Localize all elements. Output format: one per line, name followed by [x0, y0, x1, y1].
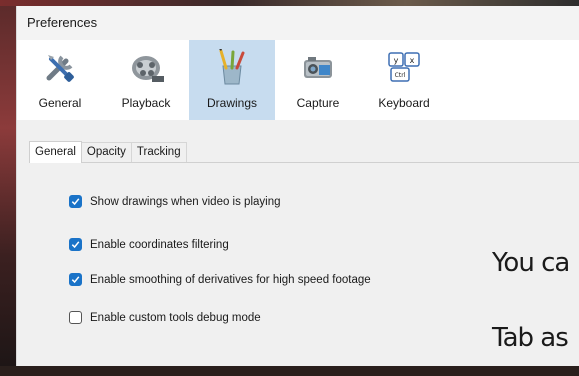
option-custom-tools-debug[interactable]: Enable custom tools debug mode: [69, 311, 261, 324]
toolbar-item-label: Drawings: [206, 96, 257, 110]
toolbar-item-label: Keyboard: [378, 96, 430, 110]
preferences-toolbar: General Playback Drawings Capture y x Ct…: [17, 40, 579, 120]
checkmark-icon: [71, 198, 80, 206]
option-show-drawings[interactable]: Show drawings when video is playing: [69, 195, 281, 208]
toolbar-item-label: General: [38, 96, 82, 110]
option-label: Enable custom tools debug mode: [90, 311, 261, 324]
film-reel-icon: [132, 56, 164, 82]
info-text-line-1: You ca: [492, 248, 570, 278]
checkbox-unchecked[interactable]: [69, 311, 82, 324]
checkbox-checked[interactable]: [69, 195, 82, 208]
option-smoothing-derivatives[interactable]: Enable smoothing of derivatives for high…: [69, 273, 371, 286]
toolbar-item-capture[interactable]: Capture: [275, 40, 361, 120]
checkmark-icon: [71, 241, 80, 249]
tab-opacity[interactable]: Opacity: [80, 142, 132, 162]
toolbar-item-label: Playback: [121, 96, 171, 110]
keyboard-keys-icon: y x Ctrl: [388, 52, 420, 82]
tab-tracking[interactable]: Tracking: [130, 142, 187, 162]
checkmark-icon: [71, 276, 80, 284]
option-label: Show drawings when video is playing: [90, 195, 281, 208]
camera-icon: [304, 57, 332, 78]
window-title: Preferences: [27, 14, 98, 30]
tools-icon: [46, 55, 74, 82]
checkbox-checked[interactable]: [69, 273, 82, 286]
key-y-label: y: [394, 56, 399, 65]
tab-bar: General Opacity Tracking: [29, 140, 579, 163]
key-ctrl-label: Ctrl: [395, 72, 406, 79]
toolbar-item-general[interactable]: General: [17, 40, 103, 120]
desktop-background-left: [0, 0, 16, 366]
option-label: Enable smoothing of derivatives for high…: [90, 273, 371, 286]
title-bar: Preferences: [17, 6, 579, 38]
toolbar-item-playback[interactable]: Playback: [103, 40, 189, 120]
key-x-label: x: [410, 56, 415, 65]
checkbox-checked[interactable]: [69, 238, 82, 251]
tab-general[interactable]: General: [29, 141, 82, 163]
option-label: Enable coordinates filtering: [90, 238, 229, 251]
info-text-overlay: You ca Tab as: [492, 201, 570, 376]
toolbar-item-label: Capture: [296, 96, 340, 110]
brushes-icon: [219, 49, 245, 85]
toolbar-item-drawings[interactable]: Drawings: [189, 40, 275, 120]
toolbar-item-keyboard[interactable]: y x Ctrl Keyboard: [361, 40, 447, 120]
info-text-line-2: Tab as: [492, 323, 569, 353]
option-coordinates-filtering[interactable]: Enable coordinates filtering: [69, 238, 229, 251]
